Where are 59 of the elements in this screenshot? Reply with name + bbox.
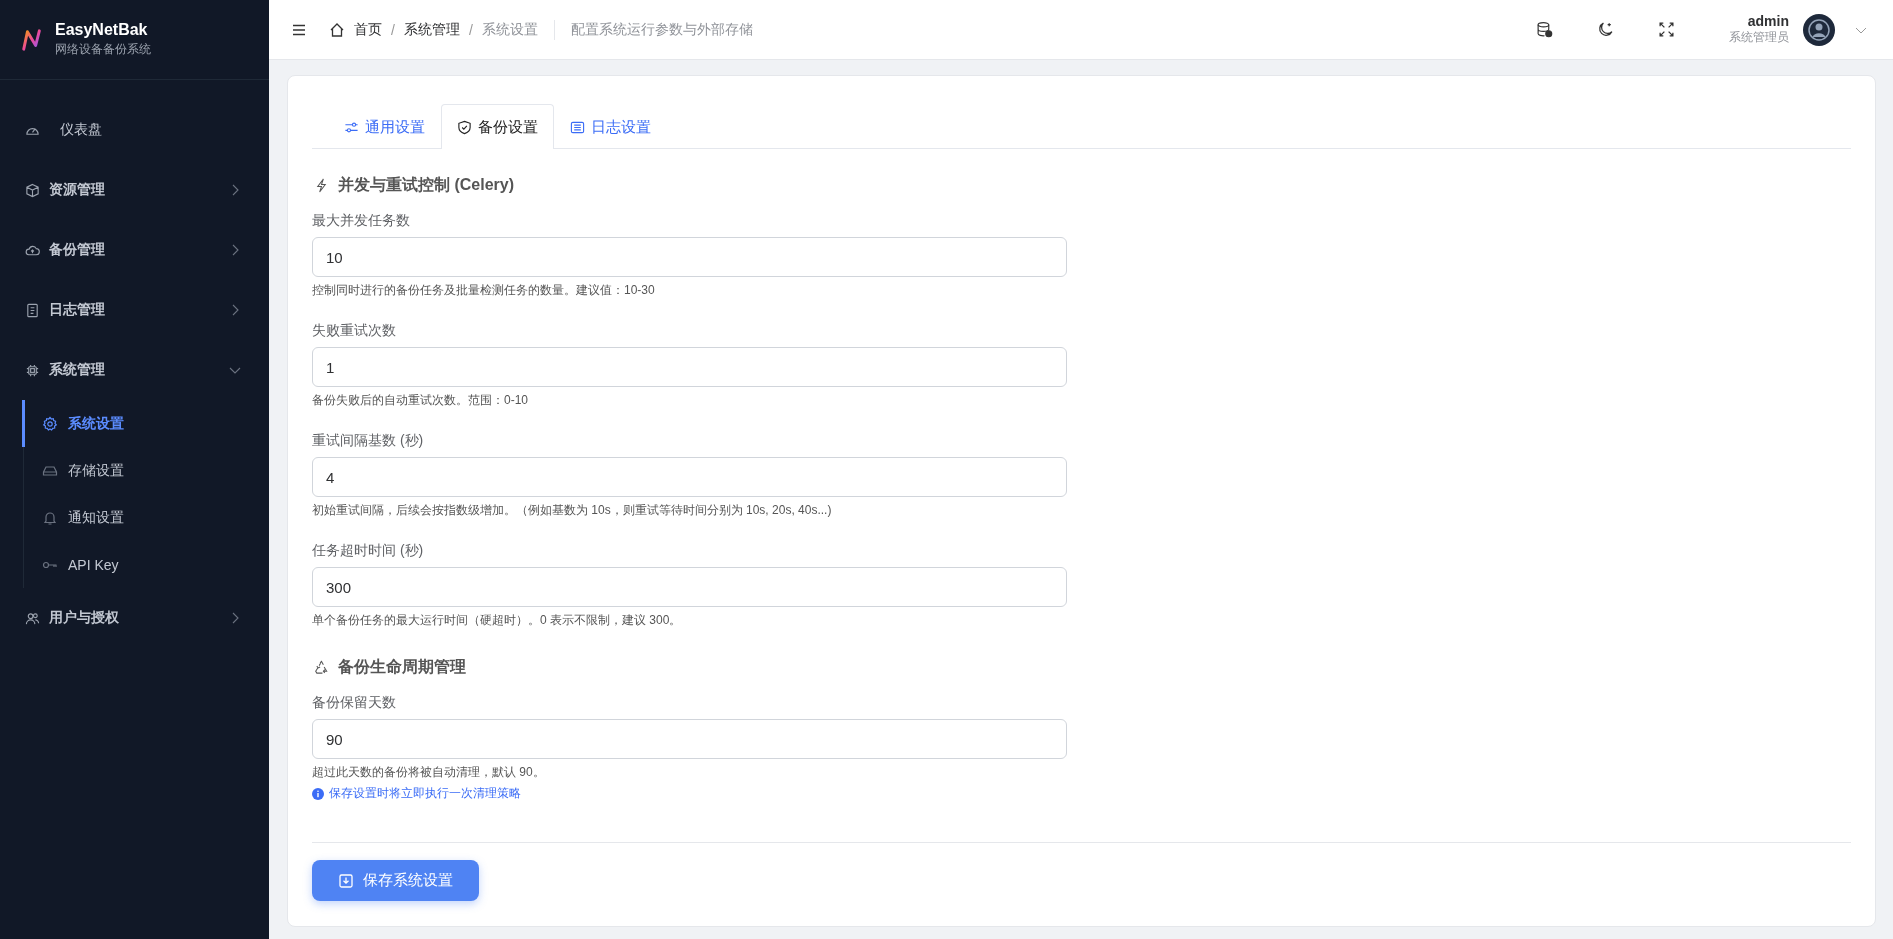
sidebar-item[interactable]: 资源管理 [0, 160, 269, 220]
input-field[interactable]: 10 [312, 237, 1067, 277]
help-text: 单个备份任务的最大运行时间（硬超时）。0 表示不限制，建议 300。 [312, 612, 683, 629]
field-label: 备份保留天数 [312, 694, 397, 712]
database-icon[interactable] [1536, 21, 1553, 38]
breadcrumb-separator: / [391, 21, 395, 38]
help-text: 备份失败后的自动重试次数。范围：0-10 [312, 392, 530, 409]
section-title: 备份生命周期管理 [338, 657, 466, 677]
help-text: 初始重试间隔，后续会按指数级增加。（例如基数为 10s，则重试等待时间分别为 10s, 20s, 40s...) [312, 502, 833, 519]
shield-icon [457, 119, 472, 135]
fullscreen-icon[interactable] [1658, 21, 1675, 38]
input-field[interactable]: 1 [312, 347, 1067, 387]
field-label: 失败重试次数 [312, 322, 397, 340]
users-icon [25, 610, 40, 626]
breadcrumb-link[interactable]: 系统管理 [403, 20, 460, 39]
input-field[interactable]: 4 [312, 457, 1067, 497]
cube-icon [25, 182, 40, 198]
breadcrumb-separator: / [468, 21, 473, 38]
app-name: EasyNetBak [55, 21, 149, 39]
recycle-icon [314, 660, 329, 675]
section-title: 并发与重试控制 (Celery) [338, 175, 515, 195]
info-note: 保存设置时将立即执行一次清理策略 [329, 785, 521, 802]
user-role: 系统管理员 [1729, 29, 1789, 46]
sidebar-subitem[interactable]: API Key [22, 541, 269, 588]
logo-icon [21, 27, 43, 52]
help-text: 控制同时进行的备份任务及批量检测任务的数量。建议值：10-30 [312, 282, 656, 299]
user-name: admin [1747, 13, 1789, 29]
list-icon [570, 119, 585, 135]
field-label: 任务超时时间 (秒) [312, 542, 425, 560]
avatar-icon[interactable] [1803, 13, 1835, 46]
lightning-icon [314, 178, 329, 193]
field-label: 最大并发任务数 [312, 212, 411, 230]
help-text: 超过此天数的备份将被自动清理，默认 90。 [312, 764, 546, 781]
sidebar-item[interactable]: 仪表盘 [0, 100, 269, 160]
sidebar-subitem[interactable]: 通知设置 [22, 494, 269, 541]
sidebar-item[interactable]: 用户与授权 [0, 588, 269, 648]
tab[interactable]: 日志设置 [554, 104, 667, 149]
tab[interactable]: 备份设置 [441, 104, 554, 149]
input-field[interactable]: 90 [312, 719, 1067, 759]
moon-icon[interactable] [1597, 21, 1614, 38]
sidebar-subitem[interactable]: 系统设置 [22, 400, 269, 447]
gear-icon [42, 415, 58, 432]
notebook-icon [25, 302, 40, 318]
page-description: 配置系统运行参数与外部存储 [570, 20, 753, 39]
app-subtitle: 网络设备备份系统 [55, 41, 151, 58]
sidebar-item[interactable]: 日志管理 [0, 280, 269, 340]
breadcrumb-link[interactable]: 首页 [354, 20, 382, 39]
info-icon [312, 787, 324, 800]
sidebar-item[interactable]: 系统管理 [0, 340, 269, 400]
save-button[interactable]: 保存系统设置 [312, 860, 479, 901]
chip-icon [25, 362, 40, 378]
sidebar-item[interactable]: 备份管理 [0, 220, 269, 280]
home-icon[interactable] [329, 21, 345, 38]
sidebar-subitem[interactable]: 存储设置 [22, 447, 269, 494]
bell-icon [42, 509, 58, 526]
input-field[interactable]: 300 [312, 567, 1067, 607]
download-icon [338, 872, 354, 889]
field-label: 重试间隔基数 (秒) [312, 432, 425, 450]
tab[interactable]: 通用设置 [328, 104, 441, 149]
